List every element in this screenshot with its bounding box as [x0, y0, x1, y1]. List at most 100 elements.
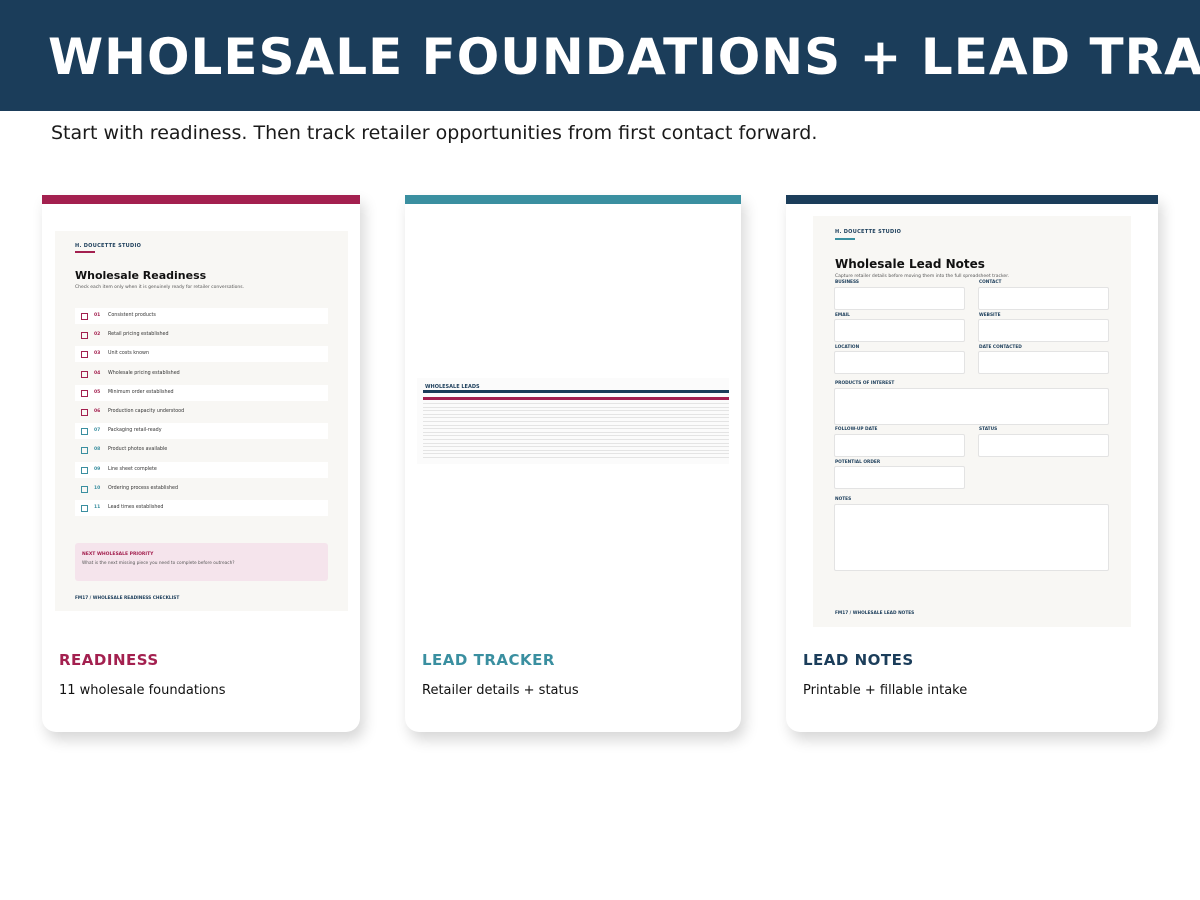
business-field[interactable]: [834, 287, 965, 310]
page-header: WHOLESALE FOUNDATIONS + LEAD TRACKING: [0, 0, 1200, 111]
item-label: Lead times established: [108, 505, 164, 510]
item-number: 01: [94, 313, 101, 318]
location-field[interactable]: [834, 351, 965, 374]
follow-up-field[interactable]: [834, 434, 965, 457]
field-label-contact: CONTACT: [979, 280, 1002, 285]
status-field[interactable]: [978, 434, 1109, 457]
item-number: 07: [94, 428, 101, 434]
checkbox[interactable]: [81, 409, 88, 416]
preview-title: Wholesale Lead Notes: [835, 257, 985, 271]
page-subtitle: Start with readiness. Then track retaile…: [51, 122, 818, 144]
checkbox[interactable]: [81, 447, 88, 455]
sheet-row: [423, 428, 729, 430]
products-field[interactable]: [834, 388, 1109, 425]
brand-underline: [75, 251, 95, 253]
potential-order-field[interactable]: [834, 466, 965, 489]
item-label: Consistent products: [108, 313, 156, 318]
readiness-preview: H. DOUCETTE STUDIO Wholesale Readiness C…: [55, 231, 348, 611]
lead-notes-card[interactable]: H. DOUCETTE STUDIO Wholesale Lead Notes …: [786, 195, 1158, 732]
checklist-item[interactable]: 04 Wholesale pricing established: [75, 366, 328, 382]
card-label: LEAD TRACKER: [422, 651, 555, 669]
sheet-row: [423, 410, 729, 412]
sheet-row: [423, 413, 729, 415]
checkbox[interactable]: [81, 351, 88, 359]
card-description: 11 wholesale foundations: [59, 683, 226, 698]
field-label-website: WEBSITE: [979, 313, 1001, 318]
checklist-item[interactable]: 01 Consistent products: [75, 308, 328, 324]
item-number: 05: [94, 389, 101, 395]
field-label-location: LOCATION: [835, 345, 860, 350]
checkbox[interactable]: [81, 466, 88, 474]
card-accent-bar: [786, 195, 1158, 204]
card-description: Retailer details + status: [422, 683, 579, 698]
item-label: Ordering process established: [108, 485, 179, 491]
contact-field[interactable]: [978, 287, 1109, 310]
item-number: 04: [94, 370, 101, 376]
item-label: Minimum order established: [108, 389, 174, 395]
sheet-row: [423, 439, 729, 440]
sheet-row: [423, 424, 729, 426]
field-label-status: STATUS: [979, 427, 998, 432]
checklist-item[interactable]: 08 Product photos available: [75, 442, 328, 458]
item-label: Packaging retail-ready: [108, 428, 162, 434]
checkbox[interactable]: [81, 485, 88, 493]
item-label: Wholesale pricing established: [108, 370, 180, 376]
item-number: 10: [94, 485, 101, 491]
sheet-row: [423, 435, 729, 437]
card-label: LEAD NOTES: [803, 651, 914, 669]
checkbox[interactable]: [81, 428, 88, 436]
priority-question: What is the next missing piece you need …: [82, 561, 235, 566]
sheet-row: [423, 453, 729, 455]
preview-subtitle: Check each item only when it is genuinel…: [75, 285, 244, 290]
field-label-potential-order: POTENTIAL ORDER: [835, 460, 881, 465]
sheet-row: [423, 417, 729, 419]
brand-label: H. DOUCETTE STUDIO: [75, 243, 142, 249]
sheet-row: [423, 442, 729, 444]
checkbox[interactable]: [81, 505, 88, 512]
sheet-row: [423, 446, 729, 448]
brand-underline: [835, 238, 855, 240]
priority-box: NEXT WHOLESALE PRIORITY What is the next…: [75, 543, 328, 581]
item-number: 06: [94, 409, 101, 414]
item-number: 08: [94, 447, 101, 453]
field-label-business: BUSINESS: [835, 280, 859, 285]
sheet-header-row: [423, 397, 729, 400]
field-label-products: PRODUCTS OF INTEREST: [835, 381, 895, 386]
item-number: 11: [94, 505, 101, 510]
spreadsheet-preview: WHOLESALE LEADS: [417, 378, 729, 464]
page-title: WHOLESALE FOUNDATIONS + LEAD TRACKING: [48, 28, 1200, 86]
checkbox[interactable]: [81, 313, 88, 320]
website-field[interactable]: [978, 319, 1109, 342]
checklist-item[interactable]: 05 Minimum order established: [75, 384, 328, 401]
checklist-item[interactable]: 07 Packaging retail-ready: [75, 423, 328, 440]
lead-tracker-card[interactable]: WHOLESALE LEADS LEAD TRACKER Retailer de…: [405, 195, 741, 732]
email-field[interactable]: [834, 319, 965, 342]
lead-notes-preview: H. DOUCETTE STUDIO Wholesale Lead Notes …: [813, 216, 1131, 627]
item-label: Line sheet complete: [108, 466, 157, 472]
item-label: Product photos available: [108, 447, 168, 453]
checklist-item[interactable]: 11 Lead times established: [75, 500, 328, 516]
item-number: 09: [94, 466, 101, 472]
field-label-follow-up: FOLLOW-UP DATE: [835, 427, 878, 432]
sheet-row: [423, 403, 729, 404]
checklist-item[interactable]: 03 Unit costs known: [75, 346, 328, 363]
sheet-row: [423, 406, 729, 408]
checkbox[interactable]: [81, 370, 88, 378]
preview-footer: FM17 / WHOLESALE LEAD NOTES: [835, 611, 915, 616]
checkbox[interactable]: [81, 332, 88, 340]
date-contacted-field[interactable]: [978, 351, 1109, 374]
sheet-row: [423, 457, 729, 458]
sheet-row: [423, 421, 729, 422]
sheet-row: [423, 431, 729, 433]
brand-label: H. DOUCETTE STUDIO: [835, 229, 902, 235]
readiness-card[interactable]: H. DOUCETTE STUDIO Wholesale Readiness C…: [42, 195, 360, 732]
checklist-item[interactable]: 10 Ordering process established: [75, 481, 328, 497]
checklist-item[interactable]: 06 Production capacity understood: [75, 404, 328, 420]
checkbox[interactable]: [81, 389, 88, 397]
checklist-item[interactable]: 09 Line sheet complete: [75, 461, 328, 478]
item-number: 03: [94, 351, 101, 357]
notes-field[interactable]: [834, 504, 1109, 571]
field-label-email: EMAIL: [835, 313, 850, 318]
card-label: READINESS: [59, 651, 159, 669]
checklist-item[interactable]: 02 Retail pricing established: [75, 327, 328, 343]
